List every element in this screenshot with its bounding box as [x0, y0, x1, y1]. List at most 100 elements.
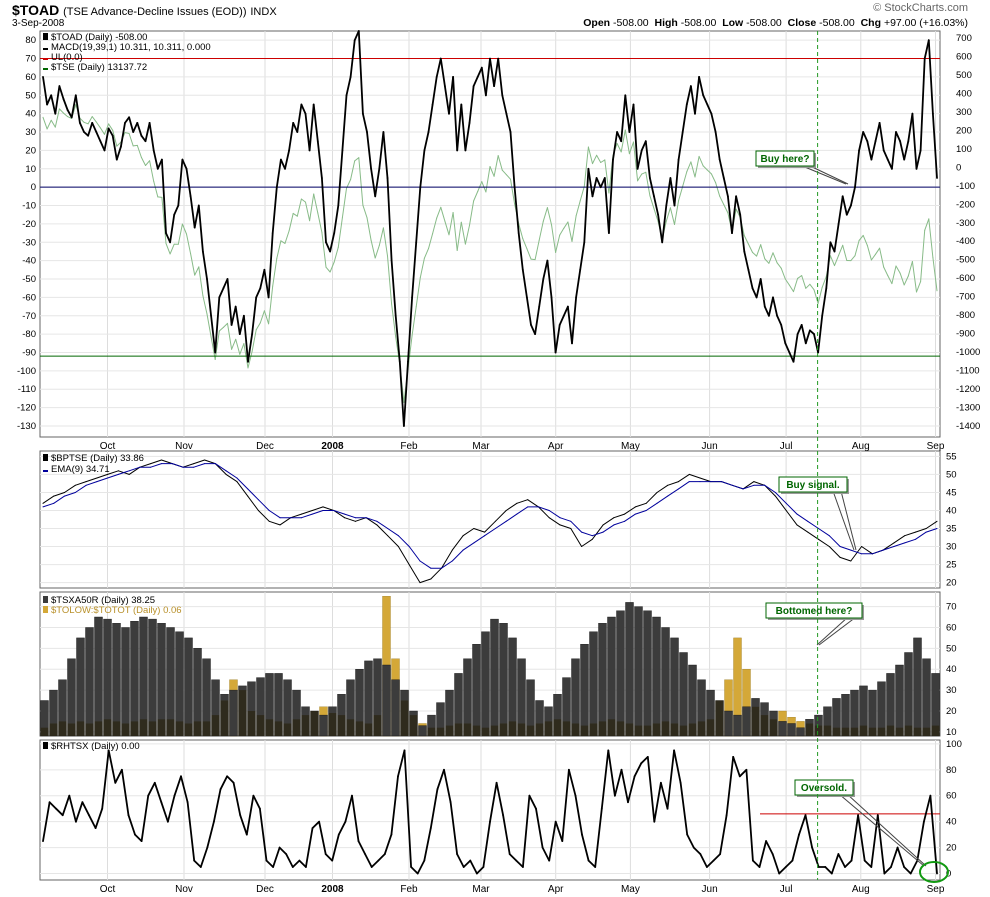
panel-border	[39, 739, 941, 881]
right-axis-tick-label: 35	[946, 524, 957, 535]
tolow-bar-inner	[445, 725, 454, 736]
rhtsx-legend: $RHTSX (Daily) 0.00	[43, 741, 140, 752]
tolow-bar-inner	[256, 715, 265, 736]
panel-bot-frame	[39, 739, 941, 881]
tsxa50r-bar	[508, 637, 517, 737]
tolow-bar-inner	[85, 723, 94, 736]
tolow-bar-inner	[301, 715, 310, 736]
tolow-bar-inner	[355, 721, 364, 736]
right-axis-tick-label: 80	[946, 765, 957, 776]
left-axis-tick-label: -40	[22, 256, 36, 267]
legend-tse-swatch	[43, 68, 48, 70]
tolow-bar-inner	[706, 719, 715, 736]
right-axis-tick-label: 0	[956, 162, 961, 173]
legend-ema-swatch	[43, 470, 48, 472]
tsxa50r-bar	[112, 623, 121, 737]
right-axis-tick-label: 50	[946, 643, 957, 654]
right-axis-tick-label: -1400	[956, 421, 980, 432]
tolow-bar-inner	[238, 690, 247, 736]
tsxa50r-bar	[913, 637, 922, 737]
tolow-bar-inner	[508, 721, 517, 736]
tolow-bar-inner	[760, 715, 769, 736]
tolow-bar-inner	[805, 723, 814, 736]
left-axis-tick-label: -50	[22, 274, 36, 285]
legend-rhtsx-swatch	[43, 742, 48, 749]
tsxa50r-bar	[490, 618, 499, 737]
callout-buy-signal-text: Buy signal.	[786, 480, 840, 491]
month-label: Sep	[927, 884, 945, 895]
left-axis-tick-label: -100	[17, 366, 36, 377]
tolow-bar-inner	[103, 719, 112, 736]
legend-ul-swatch	[43, 58, 48, 60]
left-axis-tick-label: 50	[25, 90, 36, 101]
left-axis-tick-label: -120	[17, 403, 36, 414]
left-axis-tick-label: -30	[22, 237, 36, 248]
tolow-bar-inner	[688, 723, 697, 736]
tsxa50r-bar	[391, 679, 400, 737]
left-axis-tick-label: -60	[22, 292, 36, 303]
callout-bottomed-text: Bottomed here?	[776, 606, 853, 617]
month-label: Jun	[702, 441, 718, 452]
month-label: Feb	[400, 441, 418, 452]
tsxa50r-bar	[481, 631, 490, 737]
tsxa50r-bar	[616, 610, 625, 737]
legend-bptse: $BPTSE (Daily) 33.86	[51, 453, 144, 464]
tolow-bar-inner	[661, 721, 670, 736]
right-axis-tick-label: -1100	[956, 366, 980, 377]
legend-macd-swatch	[43, 48, 48, 50]
tolow-bar-inner	[166, 719, 175, 736]
tolow-bar-inner	[652, 723, 661, 736]
tolow-bar-inner	[337, 715, 346, 736]
tolow-bar-inner	[292, 719, 301, 736]
tsxa50r-bar	[643, 610, 652, 737]
tsxa50r-bar	[121, 627, 130, 737]
tolow-bar-inner	[526, 725, 535, 736]
tolow-bar-inner	[247, 711, 256, 736]
tolow-bar-inner	[877, 727, 886, 736]
callout-oversold-text: Oversold.	[801, 783, 847, 794]
legend-ema: EMA(9) 34.71	[51, 464, 110, 475]
right-axis-tick-label: 10	[946, 727, 957, 738]
tolow-bar-inner	[571, 723, 580, 736]
tolow-bar-inner	[202, 721, 211, 736]
right-axis-tick-label: -200	[956, 199, 975, 210]
left-axis-tick-label: 30	[25, 127, 36, 138]
month-label: Mar	[472, 884, 490, 895]
tolow-bar-inner	[130, 721, 139, 736]
tolow-bar-inner	[328, 713, 337, 736]
tolow-bar-inner	[67, 723, 76, 736]
tse-segment	[157, 196, 163, 198]
right-axis-tick-label: -700	[956, 292, 975, 303]
tolow-bar-inner	[472, 725, 481, 736]
month-label: Sep	[927, 441, 945, 452]
tsxa50r-bar	[130, 621, 139, 737]
tsxa50r-bar	[382, 664, 391, 737]
tsxa50r-bar	[157, 623, 166, 737]
right-axis-tick-label: -1200	[956, 384, 980, 395]
tolow-bar-inner	[769, 719, 778, 736]
tolow-bar-inner	[409, 715, 418, 736]
tolow-bar-inner	[58, 721, 67, 736]
tolow-bar-inner	[922, 727, 931, 736]
tsxa50r-bar	[94, 616, 103, 737]
tolow-bar-inner	[157, 719, 166, 736]
right-axis-tick-label: 20	[946, 706, 957, 717]
tsxa50r-bar	[895, 664, 904, 737]
right-axis-tick-label: 100	[946, 739, 962, 750]
tolow-bar-inner	[697, 721, 706, 736]
tolow-bar-inner	[220, 700, 229, 736]
tolow-bar-inner	[616, 721, 625, 736]
right-axis-tick-label: 40	[946, 505, 957, 516]
tsxa50r-bar	[148, 618, 157, 737]
month-label: Feb	[400, 884, 418, 895]
tsxa50r-bar	[418, 725, 427, 737]
left-axis-tick-label: -130	[17, 421, 36, 432]
tolow-bar-inner	[40, 727, 49, 736]
panel-top-frame	[39, 30, 941, 438]
month-label: Dec	[256, 441, 274, 452]
tolow-bar-inner	[517, 723, 526, 736]
month-label: Apr	[548, 441, 564, 452]
tolow-bar-inner	[886, 725, 895, 736]
right-axis-tick-label: 25	[946, 560, 957, 571]
right-axis-tick-label: 20	[946, 578, 957, 589]
